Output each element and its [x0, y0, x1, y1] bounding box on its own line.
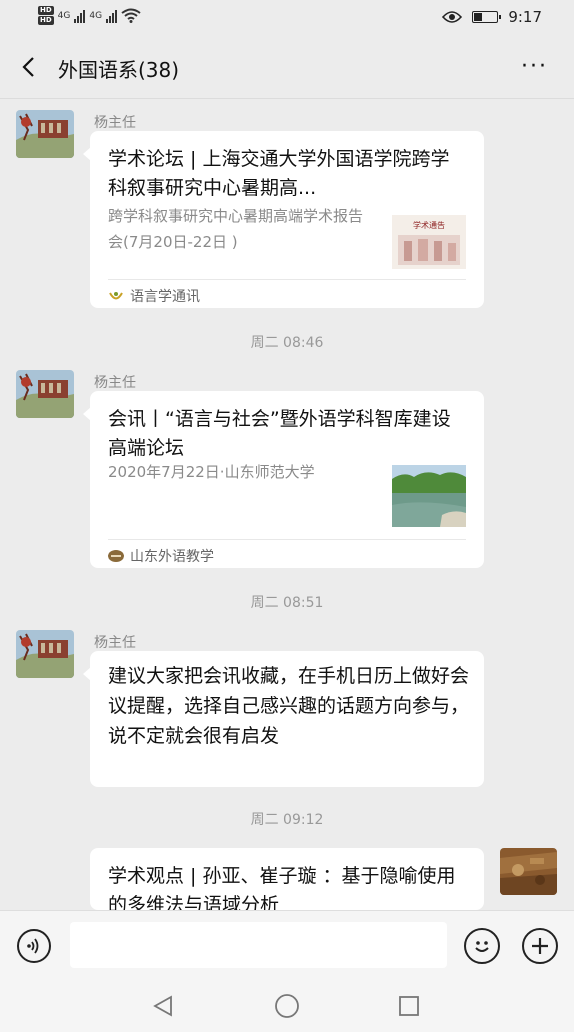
- sender-name: 杨主任: [94, 115, 136, 131]
- source-name: 语言学通讯: [130, 289, 200, 305]
- card-thumbnail: 学术通告: [392, 215, 466, 269]
- source-name: 山东外语教学: [130, 549, 214, 565]
- sender-name: 杨主任: [94, 635, 136, 651]
- signal-icon-2: [106, 9, 118, 23]
- status-bar: HD HD 4G 4G 9:17: [0, 0, 574, 38]
- hd-badge-2: HD: [38, 16, 54, 25]
- network-type-2: 4G: [89, 10, 103, 21]
- nav-home-icon[interactable]: [274, 993, 300, 1019]
- chat-title: 外国语系(38): [58, 58, 180, 82]
- thumb-caption: 学术通告: [413, 220, 445, 230]
- plus-icon[interactable]: [522, 928, 558, 964]
- avatar[interactable]: [16, 630, 74, 678]
- card-title: 学术论坛 | 上海交通大学外国语学院跨学科叙事研究中心暑期高...: [108, 148, 450, 199]
- voice-icon[interactable]: [17, 929, 51, 963]
- back-icon[interactable]: [18, 56, 40, 78]
- message-input[interactable]: [70, 922, 447, 968]
- timestamp: 周二 09:12: [250, 812, 324, 828]
- battery-icon: [472, 11, 502, 23]
- self-avatar[interactable]: [500, 848, 557, 895]
- hd-badge-1: HD: [38, 6, 54, 15]
- signal-icon-1: [74, 9, 86, 23]
- card-thumbnail: [392, 465, 466, 527]
- card-source: 山东外语教学: [108, 546, 214, 566]
- emoji-icon[interactable]: [464, 928, 500, 964]
- link-card[interactable]: 学术观点 | 孙亚、崔子璇 ：基于隐喻使用的多维法与语域分析: [90, 848, 484, 910]
- chat-header: 外国语系(38) ···: [0, 38, 574, 99]
- link-card[interactable]: 学术论坛 | 上海交通大学外国语学院跨学科叙事研究中心暑期高... 跨学科叙事研…: [83, 131, 484, 308]
- timestamp: 周二 08:46: [250, 335, 324, 351]
- card-description: 2020年7月22日·山东师范大学: [108, 463, 315, 481]
- nav-recents-icon[interactable]: [397, 994, 421, 1018]
- network-indicators: HD HD 4G 4G: [38, 6, 141, 25]
- card-title: 会讯丨“语言与社会”暨外语学科智库建设高端论坛: [108, 408, 451, 459]
- text-message[interactable]: 建议大家把会讯收藏，在手机日历上做好会议提醒，选择自己感兴趣的话题方向参与，说不…: [83, 651, 484, 787]
- message-text: 建议大家把会讯收藏，在手机日历上做好会议提醒，选择自己感兴趣的话题方向参与，说不…: [108, 665, 470, 747]
- avatar[interactable]: [16, 110, 74, 158]
- card-description: 跨学科叙事研究中心暑期高端学术报告会(7月20日-22日 ): [108, 207, 364, 251]
- link-card[interactable]: 会讯丨“语言与社会”暨外语学科智库建设高端论坛 2020年7月22日·山东师范大…: [83, 391, 484, 568]
- more-icon[interactable]: ···: [521, 54, 548, 79]
- timestamp: 周二 08:51: [250, 595, 324, 611]
- eye-icon: [442, 11, 463, 23]
- card-source: 语言学通讯: [108, 286, 200, 306]
- network-type-1: 4G: [57, 10, 71, 21]
- avatar[interactable]: [16, 370, 74, 418]
- wifi-icon: [121, 8, 141, 23]
- input-bar: [0, 910, 574, 981]
- clock: 9:17: [508, 8, 542, 26]
- sender-name: 杨主任: [94, 375, 136, 391]
- card-title: 学术观点 | 孙亚、崔子璇 ：基于隐喻使用的多维法与语域分析: [108, 865, 456, 910]
- nav-back-icon[interactable]: [151, 994, 175, 1018]
- source-logo-icon: [108, 550, 124, 562]
- system-nav-bar: [0, 980, 574, 1032]
- source-logo-icon: [109, 292, 123, 300]
